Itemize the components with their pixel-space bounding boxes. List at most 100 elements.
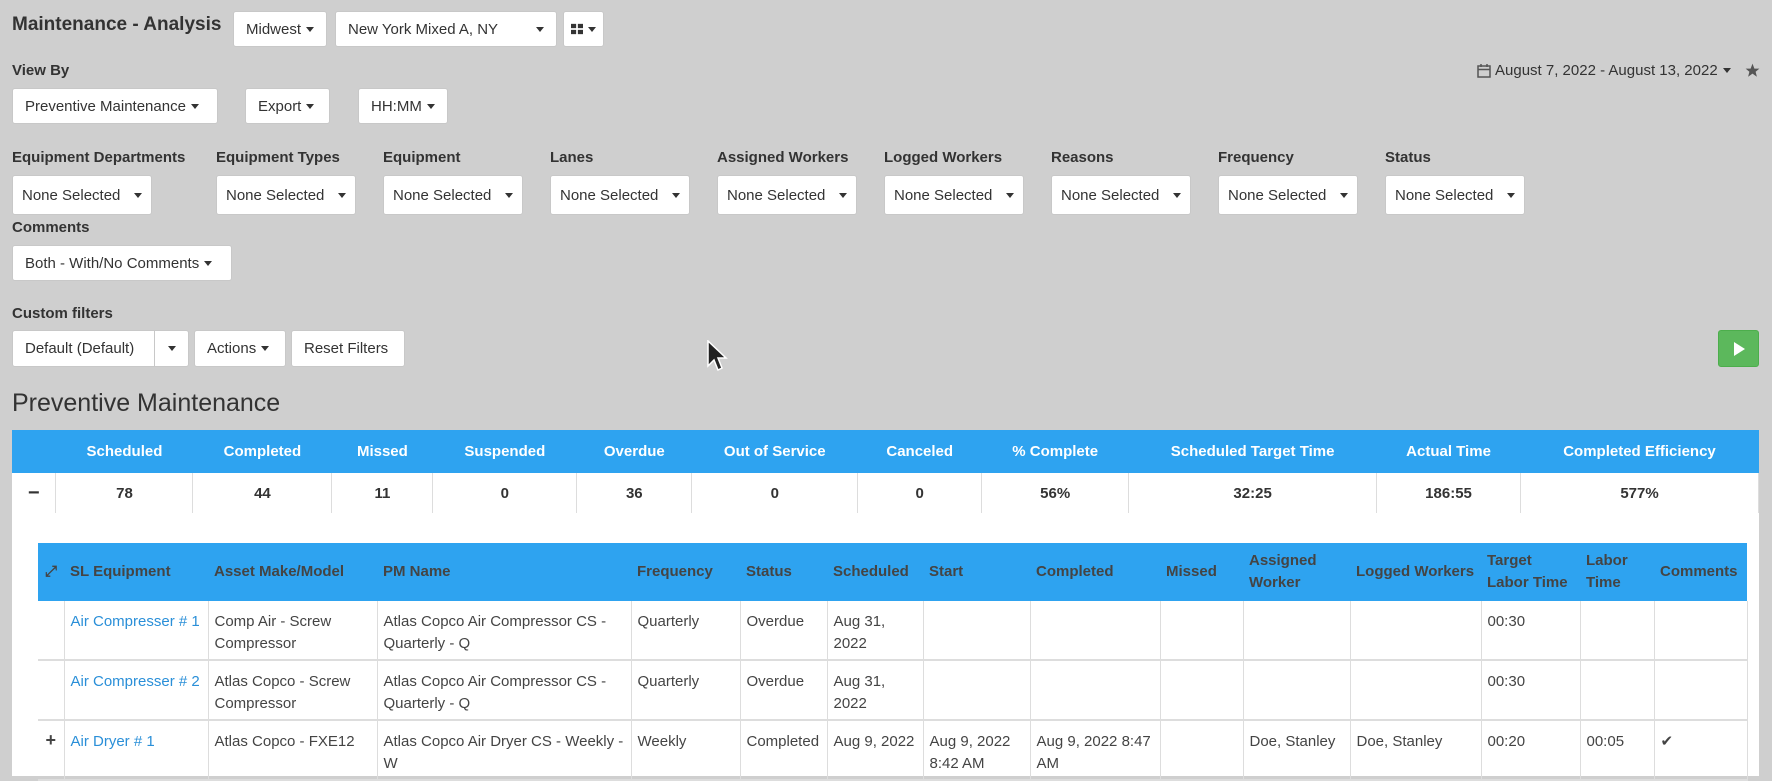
filter-equipment-types[interactable]: None Selected (216, 175, 356, 215)
collapse-toggle-icon[interactable]: − (12, 473, 57, 514)
view-by-dropdown[interactable]: Preventive Maintenance (12, 88, 218, 124)
detail-header: Start (923, 543, 1030, 601)
custom-filter-value: Default (Default) (25, 340, 135, 357)
region-dropdown[interactable]: Midwest (233, 11, 327, 47)
table-row: + Air Dryer # 1 Atlas Copco - FXE12 Atla… (38, 720, 1748, 781)
comments-dropdown[interactable]: Both - With/No Comments (12, 245, 232, 281)
comments-label: Comments (12, 219, 90, 236)
equipment-link[interactable]: Air Compresser # 1 (64, 601, 209, 661)
filter-value: None Selected (393, 186, 492, 204)
filter-lanes[interactable]: None Selected (550, 175, 690, 215)
actions-label: Actions (207, 340, 257, 357)
detail-header: Labor Time (1580, 543, 1654, 601)
table-cell (1030, 660, 1161, 721)
summary-value: 32:25 (1128, 473, 1378, 514)
summary-header: Completed (192, 430, 332, 473)
mouse-cursor-icon (707, 340, 728, 372)
filter-label-equipment-departments: Equipment Departments (12, 149, 186, 166)
summary-value: 0 (857, 473, 983, 514)
summary-value: 577% (1520, 473, 1759, 514)
filter-value: None Selected (22, 186, 121, 204)
table-cell: 00:30 (1481, 660, 1581, 721)
check-icon: ✔ (1654, 720, 1748, 781)
table-cell: Completed (740, 720, 828, 781)
table-cell (1654, 660, 1748, 721)
chevron-down-icon (134, 192, 142, 198)
location-dropdown[interactable]: New York Mixed A, NY (335, 11, 557, 47)
summary-header: Scheduled (55, 430, 193, 473)
detail-header: Missed (1160, 543, 1243, 601)
star-icon[interactable] (1745, 63, 1760, 78)
filter-equipment[interactable]: None Selected (383, 175, 523, 215)
reset-filters-button[interactable]: Reset Filters (291, 330, 405, 367)
detail-header: SL Equipment (64, 543, 208, 601)
detail-header: Frequency (631, 543, 740, 601)
chevron-down-icon (1340, 192, 1348, 198)
row-expand-icon[interactable] (38, 601, 65, 661)
equipment-link[interactable]: Air Dryer # 1 (64, 720, 209, 781)
page-title: Maintenance - Analysis (12, 14, 222, 35)
date-range-picker[interactable]: August 7, 2022 - August 13, 2022 (1477, 62, 1731, 79)
chevron-down-icon (306, 103, 315, 109)
summary-header: Out of Service (691, 430, 858, 473)
date-range-value: August 7, 2022 - August 13, 2022 (1495, 62, 1718, 79)
custom-filter-select[interactable]: Default (Default) (12, 330, 155, 367)
filter-equipment-departments[interactable]: None Selected (12, 175, 152, 215)
row-expand-icon[interactable]: + (38, 720, 65, 781)
time-format-dropdown[interactable]: HH:MM (358, 88, 448, 124)
table-cell: Atlas Copco Air Dryer CS - Weekly - W (377, 720, 632, 781)
summary-header: Canceled (857, 430, 982, 473)
table-cell: 00:30 (1481, 601, 1581, 661)
table-cell: Doe, Stanley (1350, 720, 1482, 781)
table-cell: Aug 9, 2022 (827, 720, 924, 781)
table-cell (923, 660, 1031, 721)
table-cell: 00:20 (1481, 720, 1581, 781)
row-expand-icon[interactable] (38, 660, 65, 721)
table-cell: Quarterly (631, 601, 741, 661)
table-cell: Comp Air - Screw Compressor (208, 601, 378, 661)
filter-label-logged-workers: Logged Workers (884, 149, 1003, 166)
filter-value: None Selected (226, 186, 325, 204)
filter-label-lanes: Lanes (550, 149, 594, 166)
table-cell: 00:05 (1580, 720, 1655, 781)
table-cell (1243, 601, 1351, 661)
export-label: Export (258, 97, 302, 115)
location-value: New York Mixed A, NY (348, 20, 499, 38)
summary-value: 11 (331, 473, 434, 514)
detail-header-row: ⤢ SL Equipment Asset Make/Model PM Name … (38, 543, 1747, 601)
summary-value: 0 (432, 473, 578, 514)
table-cell (1654, 601, 1748, 661)
chevron-down-icon (1173, 192, 1181, 198)
table-cell: Aug 9, 2022 8:42 AM (923, 720, 1031, 781)
filter-reasons[interactable]: None Selected (1051, 175, 1191, 215)
filter-status[interactable]: None Selected (1385, 175, 1525, 215)
summary-header: Actual Time (1376, 430, 1521, 473)
table-cell: Atlas Copco Air Compressor CS - Quarterl… (377, 601, 632, 661)
chevron-down-icon (588, 26, 596, 32)
filter-label-assigned-workers: Assigned Workers (717, 149, 849, 166)
filter-frequency[interactable]: None Selected (1218, 175, 1358, 215)
expand-all-icon[interactable]: ⤢ (38, 543, 64, 601)
summary-value: 44 (192, 473, 333, 514)
actions-dropdown[interactable]: Actions (194, 330, 286, 367)
filter-logged-workers[interactable]: None Selected (884, 175, 1024, 215)
filter-value: None Selected (560, 186, 659, 204)
filter-label-reasons: Reasons (1051, 149, 1114, 166)
filter-value: None Selected (1395, 186, 1494, 204)
export-button[interactable]: Export (245, 88, 330, 124)
equipment-link[interactable]: Air Compresser # 2 (64, 660, 209, 721)
filter-assigned-workers[interactable]: None Selected (717, 175, 857, 215)
chevron-down-icon (1006, 192, 1014, 198)
section-title: Preventive Maintenance (12, 389, 281, 417)
table-cell (1030, 601, 1161, 661)
detail-header: PM Name (377, 543, 631, 601)
table-cell: Overdue (740, 660, 828, 721)
filter-label-equipment: Equipment (383, 149, 461, 166)
table-row: Air Compresser # 1 Comp Air - Screw Comp… (38, 601, 1748, 661)
table-row: Air Compresser # 2 Atlas Copco - Screw C… (38, 660, 1748, 721)
run-report-button[interactable] (1718, 330, 1759, 367)
detail-header: Assigned Worker (1243, 543, 1350, 601)
custom-filter-toggle[interactable] (154, 330, 189, 367)
filter-label-frequency: Frequency (1218, 149, 1294, 166)
layout-grid-dropdown[interactable] (563, 11, 604, 47)
